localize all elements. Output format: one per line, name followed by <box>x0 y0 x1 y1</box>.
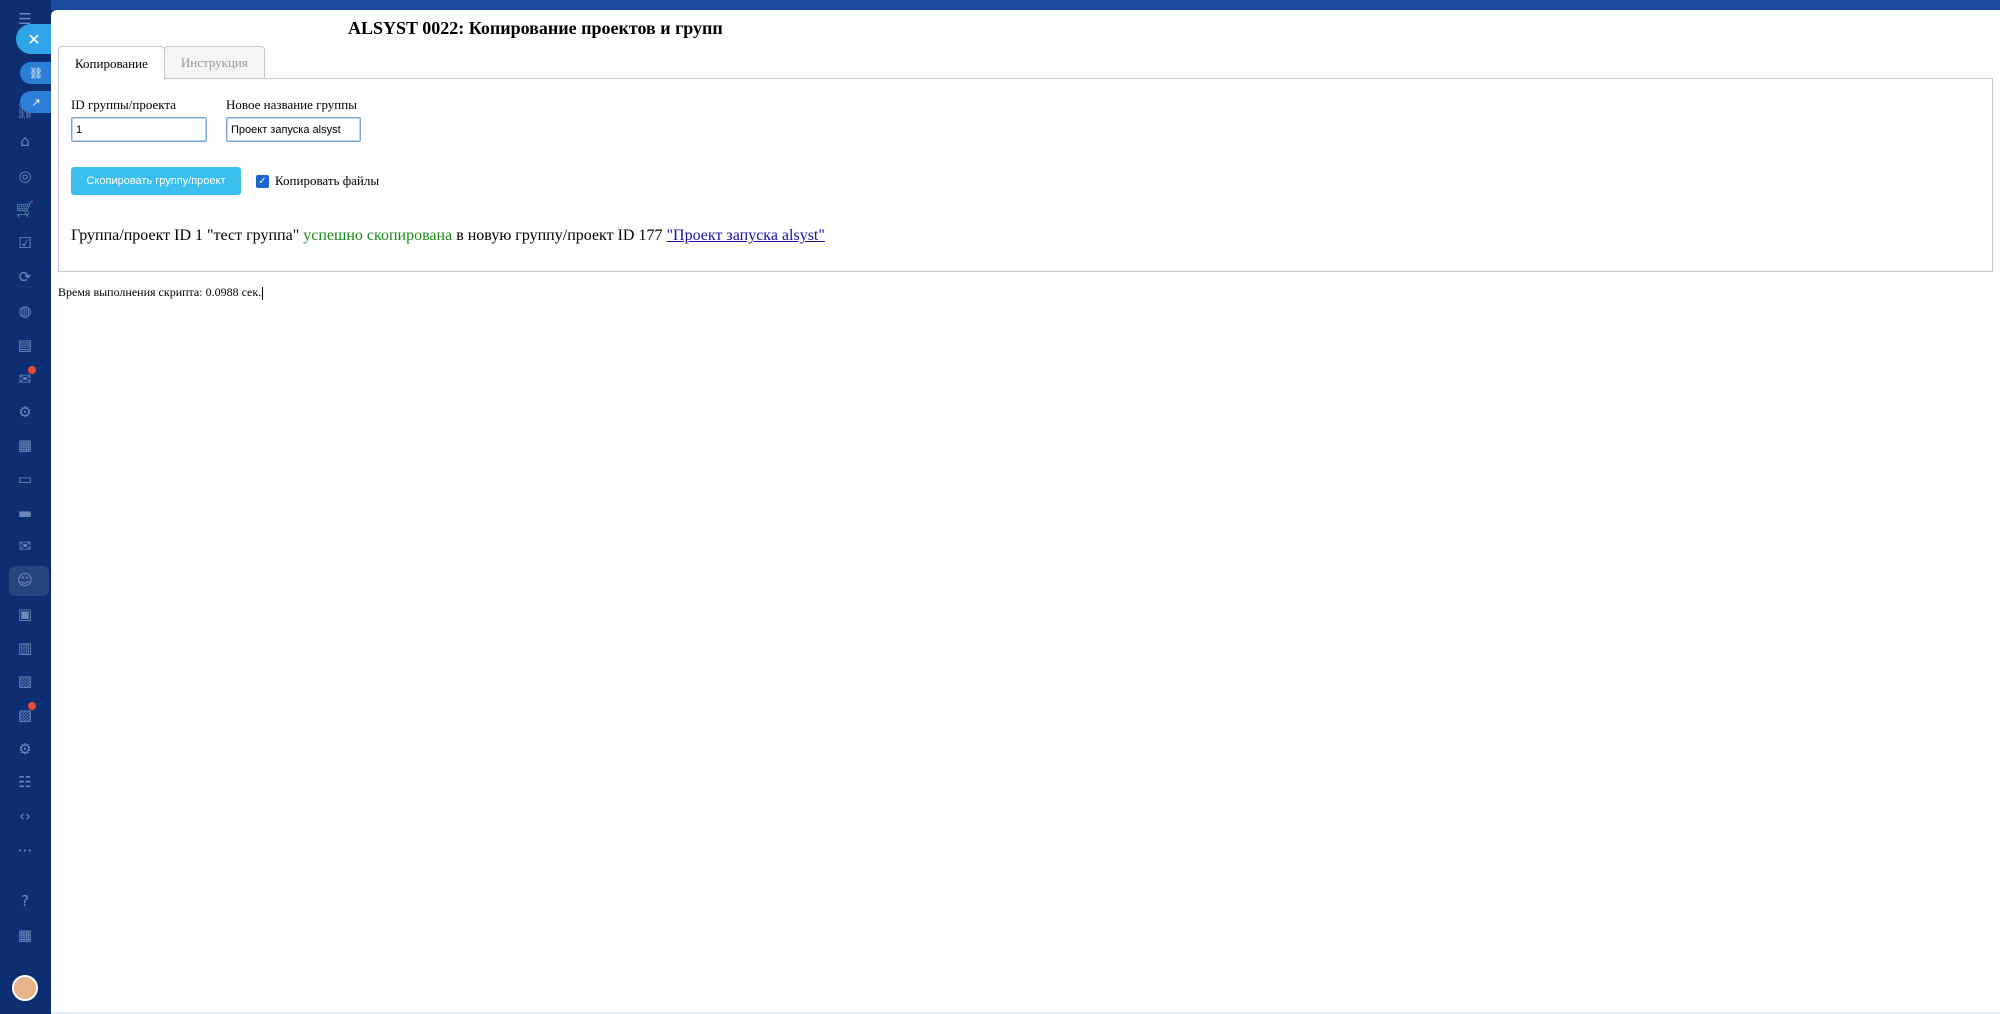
copy-group-button[interactable]: Скопировать группу/проект <box>71 167 241 195</box>
app-panel: ALSYST 0022: Копирование проектов и груп… <box>51 10 2000 1014</box>
page-title: ALSYST 0022: Копирование проектов и груп… <box>348 18 723 38</box>
result-status: успешно скопирована <box>303 227 453 244</box>
news-icon[interactable]: ▣ <box>14 603 36 625</box>
copy-files-label: Копировать файлы <box>275 173 380 188</box>
left-sidebar: ☰ ⛓ ⌂ ◎ 🛒 ☑ ⟳ ◍ ▤ ✉ ⚙ ▦ ▭ ▬ ✉ ☺ ▣ ▥ ▧ ▨ … <box>0 0 51 1014</box>
contacts-icon[interactable]: ☺ <box>14 569 36 591</box>
notification-dot <box>28 702 36 710</box>
settings-icon[interactable]: ⚙ <box>14 401 36 423</box>
card-icon[interactable]: ▬ <box>14 502 36 524</box>
close-icon: ✕ <box>27 29 41 49</box>
apps-icon[interactable]: ▦ <box>14 924 36 946</box>
avatar[interactable] <box>12 975 38 1001</box>
portal-top-bar <box>0 0 2000 10</box>
link-icon: ⛓ <box>29 66 43 80</box>
calendar-icon[interactable]: ▦ <box>14 434 36 456</box>
result-middle: в новую группу/проект ID 177 <box>452 227 667 244</box>
checklist-icon[interactable]: ☑ <box>14 232 36 254</box>
open-new-window-button[interactable]: ↗ <box>20 91 52 113</box>
ds-badge-icon[interactable]: ◍ <box>14 300 36 322</box>
group-icon[interactable]: ☷ <box>14 771 36 793</box>
new-group-name-input[interactable] <box>226 117 361 142</box>
help-icon[interactable]: ? <box>14 890 36 912</box>
file-icon[interactable]: ▭ <box>14 468 36 490</box>
cart-icon[interactable]: 🛒 <box>14 198 36 220</box>
group-id-label: ID группы/проекта <box>71 97 177 112</box>
flow-icon[interactable]: ⟳ <box>14 266 36 288</box>
script-exec-time: Время выполнения скрипта: 0.0988 сек. <box>58 285 264 300</box>
close-slider-button[interactable]: ✕ <box>16 24 52 54</box>
picture-icon[interactable]: ▧ <box>14 670 36 692</box>
gear-icon[interactable]: ⚙ <box>14 738 36 760</box>
group-id-input[interactable] <box>71 117 207 142</box>
copy-files-checkbox[interactable]: ✓ <box>256 174 269 188</box>
result-prefix: Группа/проект ID 1 "тест группа" <box>71 227 304 244</box>
document-icon[interactable]: ▤ <box>14 334 36 356</box>
new-group-name-label: Новое название группы <box>226 97 357 112</box>
target-icon[interactable]: ◎ <box>14 165 36 187</box>
more-icon[interactable]: ⋯ <box>14 839 36 861</box>
copy-link-button[interactable]: ⛓ <box>20 62 52 84</box>
open-external-icon: ↗ <box>31 95 41 109</box>
text-caret <box>262 286 264 300</box>
tab-instruction[interactable]: Инструкция <box>163 46 265 79</box>
result-message: Группа/проект ID 1 "тест группа" успешно… <box>71 227 825 245</box>
chart-icon[interactable]: ▥ <box>14 637 36 659</box>
code-icon[interactable]: ‹› <box>14 805 36 827</box>
mail-icon[interactable]: ✉ <box>14 535 36 557</box>
copy-files-option[interactable]: ✓ Копировать файлы <box>256 173 379 189</box>
notification-dot <box>28 366 36 374</box>
bank-icon[interactable]: ⌂ <box>14 130 36 152</box>
tab-content: ID группы/проекта Новое название группы … <box>58 78 1993 272</box>
exec-time-text: Время выполнения скрипта: 0.0988 сек. <box>58 285 262 299</box>
tab-copy[interactable]: Копирование <box>58 46 165 80</box>
new-group-link[interactable]: "Проект запуска alsyst" <box>666 227 824 244</box>
tab-bar: Копирование Инструкция <box>58 46 265 80</box>
